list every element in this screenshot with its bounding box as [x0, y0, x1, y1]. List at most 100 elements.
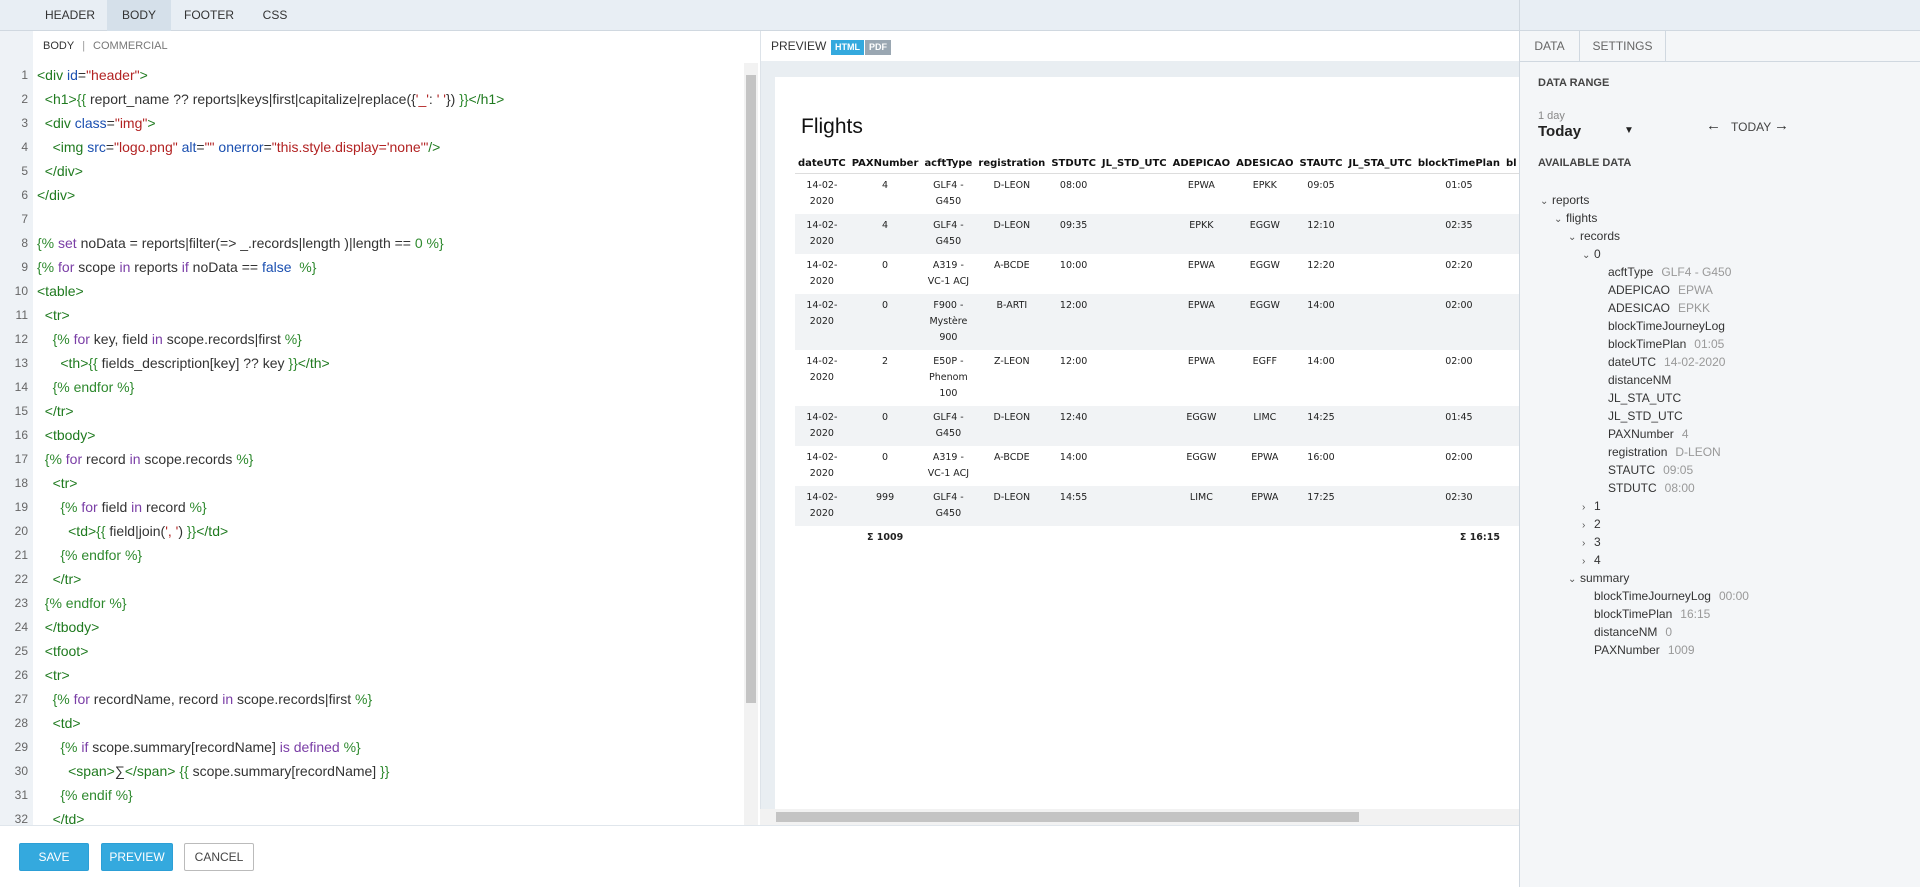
code-text: {% for record in scope.records %}: [44, 451, 254, 467]
html-mode-button[interactable]: HTML: [831, 40, 864, 55]
table-cell: [1345, 294, 1415, 350]
tree-node[interactable]: blockTimeJourneyLog 00:00: [1582, 587, 1749, 605]
caret-down-icon[interactable]: ▼: [1624, 125, 1634, 136]
column-header: registration: [975, 154, 1049, 174]
table-cell: EGGW: [1249, 260, 1280, 271]
line-number: 15: [14, 404, 28, 418]
arrow-left-icon[interactable]: ←: [1706, 117, 1721, 134]
tree-node[interactable]: ⌄ reports: [1540, 191, 1597, 209]
tree-node[interactable]: ⌄ 0: [1582, 245, 1609, 263]
table-cell: 0: [848, 294, 922, 350]
table-row: 14-02-2020 2 E50P - Phenom 100 Z-LEON 12:00 E…: [795, 350, 1519, 406]
preview-pane: Flights dateUTC PAXNumber acftType registra…: [760, 61, 1519, 825]
tree-node-label: 2: [1594, 517, 1601, 531]
tree-node[interactable]: › 4: [1582, 551, 1609, 569]
column-header: acftType: [921, 154, 976, 174]
tree-node[interactable]: JL_STA_UTC: [1596, 389, 1689, 407]
table-cell: 14-02-2020: [806, 180, 838, 207]
tab-css[interactable]: CSS: [247, 0, 303, 31]
summary-cell: [1233, 526, 1296, 550]
cancel-button[interactable]: CANCEL: [184, 843, 254, 871]
tab-data[interactable]: DATA: [1520, 31, 1580, 62]
tree-node[interactable]: blockTimePlan 16:15: [1582, 605, 1710, 623]
code-text: </td>: [52, 811, 85, 825]
table-cell: 14:00: [1307, 356, 1335, 367]
code-text: </tbody>: [44, 619, 100, 635]
column-header: JL_STA_UTC: [1345, 154, 1415, 174]
tree-node[interactable]: › 2: [1582, 515, 1609, 533]
tree-node[interactable]: ADESICAO EPKK: [1596, 299, 1710, 317]
code-text: {% endfor %}: [44, 595, 127, 611]
table-cell: GLF4 - G450: [933, 180, 964, 207]
tree-node[interactable]: STDUTC 08:00: [1596, 479, 1695, 497]
table-cell: 2: [882, 356, 889, 367]
tree-node[interactable]: distanceNM 0: [1582, 623, 1672, 641]
tree-node[interactable]: PAXNumber 4: [1596, 425, 1689, 443]
tree-node-value: 00:00: [1718, 589, 1749, 603]
tree-node-value: 4: [1681, 427, 1689, 441]
tab-body[interactable]: BODY: [107, 0, 171, 31]
tree-node[interactable]: acftType GLF4 - G450: [1596, 263, 1731, 281]
code-text: {% for key, field in scope.records|first…: [52, 331, 302, 347]
chevron-down-icon[interactable]: ⌄: [1582, 247, 1594, 265]
right-tabs: DATA SETTINGS: [1520, 31, 1920, 62]
preview-button[interactable]: PREVIEW: [101, 843, 173, 871]
chevron-down-icon[interactable]: ⌄: [1568, 571, 1580, 589]
tree-node[interactable]: STAUTC 09:05: [1596, 461, 1693, 479]
table-row: 14-02-2020 0 A319 - VC-1 ACJ A-BCDE 10:00 EPW…: [795, 254, 1519, 294]
tree-node[interactable]: registration D-LEON: [1596, 443, 1721, 461]
tree-node[interactable]: JL_STD_UTC: [1596, 407, 1691, 425]
tree-node[interactable]: › 3: [1582, 533, 1609, 551]
tree-node[interactable]: dateUTC 14-02-2020: [1596, 353, 1725, 371]
preview-header: PREVIEW HTML PDF: [760, 31, 1519, 61]
table-cell: [1345, 350, 1414, 406]
range-select[interactable]: Today: [1538, 123, 1581, 140]
chevron-down-icon[interactable]: ⌄: [1540, 193, 1552, 211]
table-cell: EGGW: [1233, 214, 1297, 254]
tree-node-label: 0: [1594, 247, 1601, 261]
line-number: 25: [14, 644, 28, 658]
tab-footer[interactable]: FOOTER: [171, 0, 247, 31]
line-number: 1: [21, 68, 28, 82]
tab-settings[interactable]: SETTINGS: [1580, 31, 1666, 62]
line-number: 19: [14, 500, 28, 514]
chevron-down-icon[interactable]: ⌄: [1568, 229, 1580, 247]
editor-scroll-thumb[interactable]: [746, 75, 756, 703]
table-cell: EPKK: [1169, 214, 1234, 254]
code-text: {% for field in record %}: [60, 499, 207, 515]
subtab-commercial[interactable]: COMMERCIAL: [93, 40, 168, 52]
tree-node[interactable]: PAXNumber 1009: [1582, 641, 1695, 659]
table-cell: [1503, 446, 1519, 486]
editor-vertical-scrollbar[interactable]: [744, 63, 758, 825]
code-text: <table>: [37, 283, 84, 299]
tree-node-label: 4: [1594, 553, 1601, 567]
pdf-mode-button[interactable]: PDF: [865, 40, 891, 55]
code-text: {% endfor %}: [52, 379, 135, 395]
preview-horizontal-scrollbar[interactable]: [760, 809, 1519, 825]
table-cell: [1502, 406, 1519, 446]
code-editor[interactable]: 1 <div id="header"> 2 <h1>{{ report_name ?…: [0, 63, 744, 825]
today-button[interactable]: TODAY: [1731, 120, 1771, 134]
preview-scroll-thumb[interactable]: [776, 812, 1359, 822]
tree-node[interactable]: blockTimeJourneyLog: [1596, 317, 1733, 335]
line-number: 26: [14, 668, 28, 682]
line-number: 7: [21, 212, 28, 226]
line-number: 23: [14, 596, 28, 610]
arrow-right-icon[interactable]: →: [1774, 117, 1789, 134]
save-button[interactable]: SAVE: [19, 843, 89, 871]
tree-node[interactable]: › 1: [1582, 497, 1609, 515]
tree-node[interactable]: ADEPICAO EPWA: [1596, 281, 1713, 299]
tree-node[interactable]: blockTimePlan 01:05: [1596, 335, 1724, 353]
tree-node-label: records: [1580, 229, 1621, 243]
column-header: bl: [1502, 154, 1519, 174]
table-cell: A-BCDE: [994, 452, 1030, 463]
tree-node[interactable]: ⌄ summary: [1568, 569, 1637, 587]
tree-node[interactable]: ⌄ records: [1568, 227, 1628, 245]
subtab-body[interactable]: BODY: [33, 40, 74, 52]
range-sub-label: 1 day: [1538, 110, 1565, 122]
table-cell: EPWA: [1187, 260, 1215, 271]
tree-node[interactable]: distanceNM: [1596, 371, 1679, 389]
tab-header[interactable]: HEADER: [33, 0, 107, 31]
tree-node[interactable]: ⌄ flights: [1554, 209, 1605, 227]
chevron-down-icon[interactable]: ⌄: [1554, 211, 1566, 229]
